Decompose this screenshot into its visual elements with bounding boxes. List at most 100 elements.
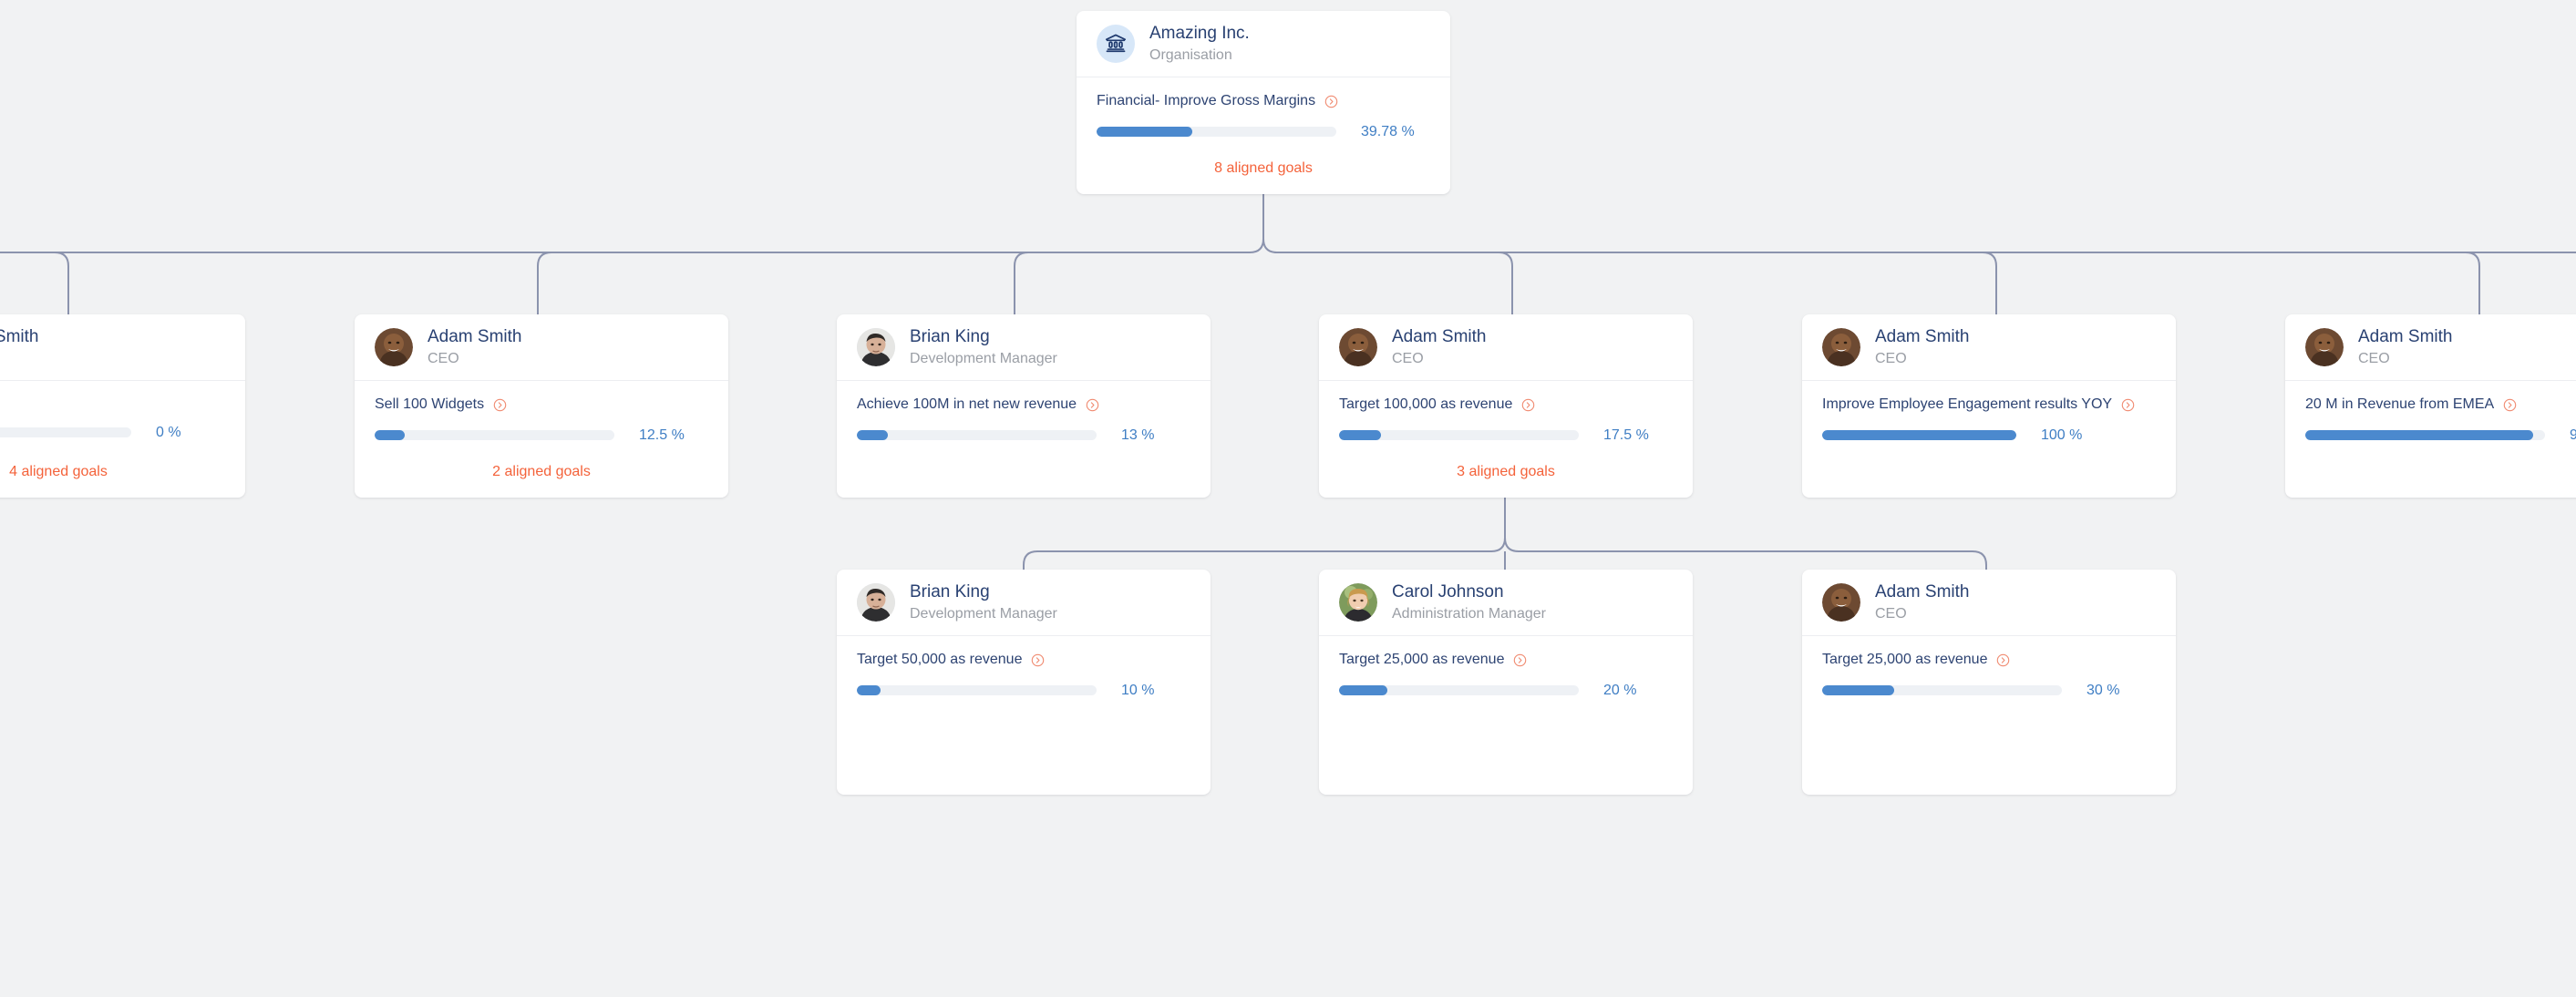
chevron-circle-right-icon[interactable] <box>1995 653 2011 668</box>
progress-track <box>0 427 131 437</box>
goal-title-row[interactable]: Target 100,000 as revenue <box>1339 396 1673 414</box>
avatar <box>1339 583 1377 622</box>
goal-title-row[interactable]: Achieve 100M in net new revenue <box>857 396 1190 414</box>
avatar <box>1822 583 1860 622</box>
header-text: Brian King Development Manager <box>910 582 1057 622</box>
aligned-goals-link[interactable]: 4 aligned goals <box>0 463 245 480</box>
chevron-circle-right-icon[interactable] <box>2502 397 2518 413</box>
chevron-circle-right-icon[interactable] <box>1512 653 1528 668</box>
person-role: Development Manager <box>910 351 1057 366</box>
progress-fill <box>857 430 889 440</box>
card-header: Adam Smith CEO <box>2285 314 2576 381</box>
avatar <box>2305 328 2344 366</box>
person-role: CEO <box>1875 351 1907 366</box>
connector-root-stub-left <box>1249 194 1264 253</box>
goal-title: Target 25,000 as revenue <box>1822 652 1988 667</box>
chevron-circle-right-icon[interactable] <box>2120 397 2136 413</box>
goal-title-row[interactable]: Target 50,000 as revenue <box>857 651 1190 669</box>
card-body: Sell 100 Widgets 12.5 % 2 aligned goals <box>355 381 728 479</box>
chevron-circle-right-icon[interactable] <box>1085 397 1100 413</box>
person-role: Development Manager <box>910 606 1057 622</box>
card-header: Amazing Inc. Organisation <box>1077 11 1450 77</box>
chevron-circle-right-icon[interactable] <box>1520 397 1536 413</box>
progress-row: 30 % <box>1822 682 2156 699</box>
progress-percent: 13 % <box>1121 427 1155 443</box>
goal-card-row2-3[interactable]: Adam Smith CEO Target 100,000 as revenue… <box>1319 314 1693 498</box>
card-body: Target 50,000 as revenue 10 % <box>837 636 1211 699</box>
person-role: CEO <box>1875 606 1907 622</box>
person-role: Administration Manager <box>1392 606 1546 622</box>
person-name: Carol Johnson <box>1392 582 1504 601</box>
avatar <box>857 328 895 366</box>
goal-title-row[interactable] <box>0 396 225 411</box>
connector-drop-g0 <box>1023 550 1038 570</box>
card-body: Achieve 100M in net new revenue 13 % <box>837 381 1211 444</box>
chevron-circle-right-icon[interactable] <box>1030 653 1046 668</box>
person-name: Brian King <box>910 327 990 346</box>
progress-track <box>1822 685 2062 695</box>
connector-drop-c4 <box>1982 252 1997 314</box>
aligned-goals-link[interactable]: 8 aligned goals <box>1077 159 1450 177</box>
person-role: CEO <box>1392 351 1424 366</box>
goal-card-row2-1[interactable]: Adam Smith CEO Sell 100 Widgets 12.5 % 2… <box>355 314 728 498</box>
header-text: Adam Smith CEO <box>2358 327 2452 367</box>
connector-drop-g1 <box>1972 550 1987 570</box>
goal-card-row2-2[interactable]: Brian King Development Manager Achieve 1… <box>837 314 1211 498</box>
connector-mid-stub-right <box>1504 498 1520 552</box>
goal-title-row[interactable]: Sell 100 Widgets <box>375 396 708 414</box>
goal-title-row[interactable]: Target 25,000 as revenue <box>1339 651 1673 669</box>
goal-card-row3-0[interactable]: Brian King Development Manager Target 50… <box>837 570 1211 795</box>
goal-card-row2-5[interactable]: Adam Smith CEO 20 M in Revenue from EMEA… <box>2285 314 2576 498</box>
aligned-goals-link[interactable]: 3 aligned goals <box>1319 463 1693 480</box>
progress-row: 20 % <box>1339 682 1673 699</box>
goal-card-row2-4[interactable]: Adam Smith CEO Improve Employee Engageme… <box>1802 314 2176 498</box>
chevron-circle-right-icon[interactable] <box>1324 94 1339 109</box>
org-name: Amazing Inc. <box>1149 24 1250 43</box>
goal-title-row[interactable]: Improve Employee Engagement results YOY <box>1822 396 2156 414</box>
progress-percent: 100 % <box>2041 427 2083 443</box>
goal-title-row[interactable]: Target 25,000 as revenue <box>1822 651 2156 669</box>
person-role: CEO <box>428 351 459 366</box>
aligned-goals-link[interactable]: 2 aligned goals <box>355 463 728 480</box>
progress-fill <box>2305 430 2533 440</box>
org-card-root[interactable]: Amazing Inc. Organisation Financial- Imp… <box>1077 11 1450 194</box>
progress-percent: 0 % <box>156 425 181 440</box>
card-header: Brian King Development Manager <box>837 570 1211 636</box>
goal-title: 20 M in Revenue from EMEA <box>2305 396 2495 412</box>
avatar <box>375 328 413 366</box>
header-text: Adam Smith CEO <box>0 327 38 367</box>
goal-title: Target 100,000 as revenue <box>1339 396 1513 412</box>
progress-track <box>857 430 1097 440</box>
goal-title: Target 25,000 as revenue <box>1339 652 1505 667</box>
progress-row: 95 % <box>2305 427 2576 444</box>
person-name: Adam Smith <box>1875 582 1970 601</box>
bank-icon <box>1097 25 1135 63</box>
header-text: Adam Smith CEO <box>1875 327 1969 367</box>
card-header: Brian King Development Manager <box>837 314 1211 381</box>
progress-row: 39.78 % <box>1097 123 1430 140</box>
card-body: Target 100,000 as revenue 17.5 % 3 align… <box>1319 381 1693 479</box>
person-name: Adam Smith <box>428 327 522 346</box>
progress-row: 17.5 % <box>1339 427 1673 444</box>
connector-root-stub-right <box>1262 194 1278 253</box>
goal-card-row3-2[interactable]: Adam Smith CEO Target 25,000 as revenue … <box>1802 570 2176 795</box>
goal-card-row2-0[interactable]: Adam Smith CEO 0 % 4 aligned goals <box>0 314 245 498</box>
progress-fill <box>375 430 405 440</box>
progress-percent: 12.5 % <box>639 427 685 443</box>
goal-title: Target 50,000 as revenue <box>857 652 1023 667</box>
progress-row: 13 % <box>857 427 1190 444</box>
connector-drop-c2 <box>1014 252 1029 314</box>
goal-title: Sell 100 Widgets <box>375 396 485 412</box>
progress-percent: 10 % <box>1121 683 1155 698</box>
header-text: Adam Smith CEO <box>428 327 521 367</box>
progress-track <box>857 685 1097 695</box>
goal-title: Improve Employee Engagement results YOY <box>1822 396 2113 412</box>
card-header: Adam Smith CEO <box>355 314 728 381</box>
progress-track <box>375 430 614 440</box>
progress-fill <box>1339 430 1382 440</box>
goal-title-row[interactable]: 20 M in Revenue from EMEA <box>2305 396 2576 414</box>
goal-card-row3-1[interactable]: Carol Johnson Administration Manager Tar… <box>1319 570 1693 795</box>
goal-title-row[interactable]: Financial- Improve Gross Margins <box>1097 92 1430 110</box>
card-body: 0 % 4 aligned goals <box>0 381 245 479</box>
chevron-circle-right-icon[interactable] <box>492 397 508 413</box>
